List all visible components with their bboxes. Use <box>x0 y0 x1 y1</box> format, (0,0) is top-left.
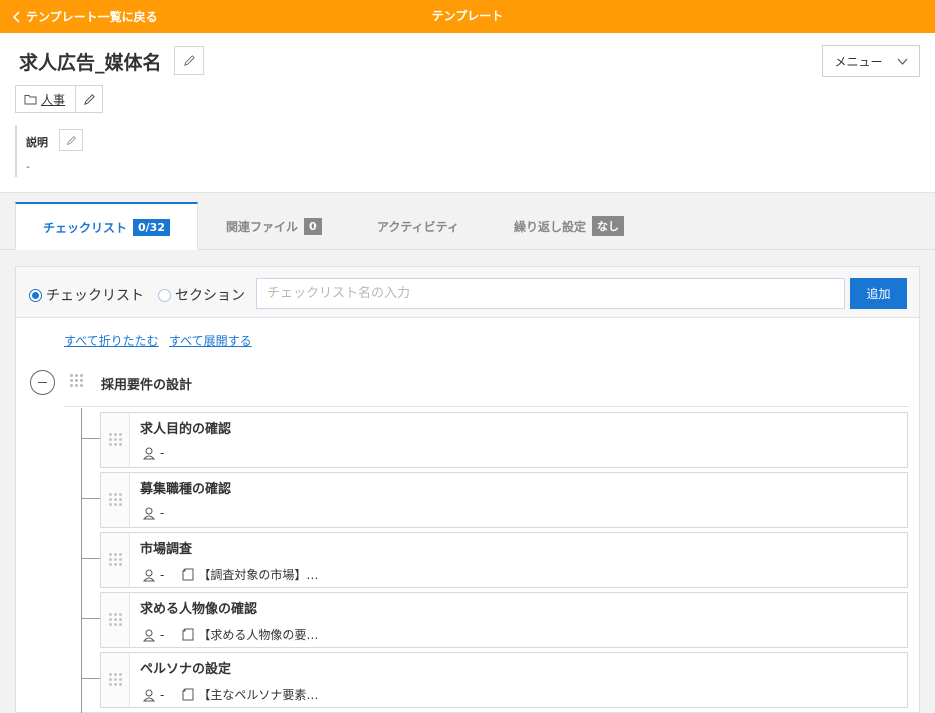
item-title: 求める人物像の確認 <box>140 602 258 617</box>
tree-branch <box>81 498 101 499</box>
description-value: - <box>26 160 30 173</box>
checklist-item[interactable]: 求人目的の確認 - <box>100 412 908 468</box>
person-icon <box>142 689 156 701</box>
person-icon <box>142 569 156 581</box>
tree-branch <box>81 678 101 679</box>
folder-icon <box>24 94 37 104</box>
item-drag-handle[interactable] <box>101 593 130 647</box>
item-note: 【調査対象の市場】… <box>182 566 318 583</box>
tab-checklist-label: チェックリスト <box>43 220 128 235</box>
radio-unchecked-icon <box>158 288 171 302</box>
drag-handle-icon[interactable] <box>70 374 83 387</box>
radio-section[interactable]: セクション <box>158 285 245 305</box>
item-drag-handle[interactable] <box>101 413 130 467</box>
item-note: 【主なペルソナ要素… <box>182 686 318 703</box>
pencil-icon <box>183 55 195 66</box>
item-drag-handle[interactable] <box>101 653 130 707</box>
pencil-icon <box>83 93 95 105</box>
drag-handle-icon <box>109 493 122 506</box>
tab-related-files[interactable]: 関連ファイル 0 <box>226 202 322 250</box>
item-drag-handle[interactable] <box>101 473 130 527</box>
menu-button-label: メニュー <box>834 54 883 69</box>
radio-section-label: セクション <box>175 288 245 304</box>
item-meta: - <box>142 506 164 520</box>
checklist-item[interactable]: 市場調査 - 【調査対象の市場】… <box>100 532 908 588</box>
collapse-all-link[interactable]: すべて折りたたむ <box>64 332 159 349</box>
pencil-icon <box>66 135 76 145</box>
item-note-text: 【調査対象の市場】… <box>198 568 319 582</box>
checklist-item[interactable]: 募集職種の確認 - <box>100 472 908 528</box>
tree-line <box>81 408 82 713</box>
item-meta: - 【主なペルソナ要素… <box>142 686 318 703</box>
checklist-item[interactable]: 求める人物像の確認 - 【求める人物像の要… <box>100 592 908 648</box>
folder-tag[interactable]: 人事 <box>15 85 76 113</box>
expand-all-link[interactable]: すべて展開する <box>169 332 252 349</box>
edit-name-button[interactable] <box>174 46 204 75</box>
tab-activity-label: アクティビティ <box>377 219 459 234</box>
item-meta: - 【求める人物像の要… <box>142 626 318 643</box>
item-note-text: 【主なペルソナ要素… <box>198 688 319 702</box>
tab-checklist-badge: 0/32 <box>133 218 170 236</box>
tab-checklist[interactable]: チェックリスト 0/32 <box>15 202 198 250</box>
chevron-down-icon <box>897 58 907 65</box>
tab-related-files-label: 関連ファイル <box>226 219 299 234</box>
add-button[interactable]: 追加 <box>850 278 907 309</box>
person-icon <box>142 447 156 460</box>
tab-repeat-settings-label: 繰り返し設定 <box>514 219 587 234</box>
tree-branch <box>81 558 101 559</box>
template-name: 求人広告_媒体名 <box>19 52 162 74</box>
item-title: 市場調査 <box>140 542 193 557</box>
item-note: 【求める人物像の要… <box>182 626 318 643</box>
item-assignee: - <box>160 567 165 582</box>
tab-repeat-settings-badge: なし <box>592 216 625 236</box>
item-drag-handle[interactable] <box>101 533 130 587</box>
top-bar: テンプレート一覧に戻る テンプレート <box>0 0 935 33</box>
drag-handle-icon <box>109 673 122 686</box>
tab-related-files-badge: 0 <box>304 217 322 235</box>
tree-branch <box>81 618 101 619</box>
document-icon <box>182 628 194 641</box>
radio-checked-icon <box>29 288 42 302</box>
person-icon <box>142 629 156 641</box>
item-assignee: - <box>160 687 165 702</box>
collapse-section-button[interactable] <box>30 370 55 395</box>
item-title: 募集職種の確認 <box>140 482 232 497</box>
description-label: 説明 <box>26 136 48 149</box>
item-meta: - 【調査対象の市場】… <box>142 566 318 583</box>
tab-repeat-settings[interactable]: 繰り返し設定 なし <box>514 202 625 250</box>
tree-branch <box>81 438 101 439</box>
item-assignee: - <box>160 627 165 642</box>
item-assignee: - <box>160 506 165 520</box>
drag-handle-icon <box>109 553 122 566</box>
menu-button[interactable]: メニュー <box>822 45 920 77</box>
document-icon <box>182 688 194 701</box>
section-title: 採用要件の設計 <box>101 378 193 393</box>
item-assignee: - <box>160 446 165 460</box>
person-icon <box>142 507 156 520</box>
item-title: 求人目的の確認 <box>140 422 232 437</box>
edit-folder-button[interactable] <box>75 85 103 113</box>
folder-label: 人事 <box>41 92 66 107</box>
page-title: テンプレート <box>431 9 504 23</box>
drag-handle-icon <box>109 433 122 446</box>
tab-activity[interactable]: アクティビティ <box>377 202 459 250</box>
section-divider <box>64 406 909 407</box>
checklist-name-input[interactable] <box>256 278 845 309</box>
radio-checklist[interactable]: チェックリスト <box>29 285 144 305</box>
document-icon <box>182 568 194 581</box>
checklist-item[interactable]: ペルソナの設定 - 【主なペルソナ要素… <box>100 652 908 708</box>
radio-checklist-label: チェックリスト <box>46 288 144 304</box>
edit-description-button[interactable] <box>59 129 83 151</box>
item-meta: - <box>142 446 164 460</box>
item-note-text: 【求める人物像の要… <box>198 628 319 642</box>
item-title: ペルソナの設定 <box>140 662 232 677</box>
drag-handle-icon <box>109 613 122 626</box>
